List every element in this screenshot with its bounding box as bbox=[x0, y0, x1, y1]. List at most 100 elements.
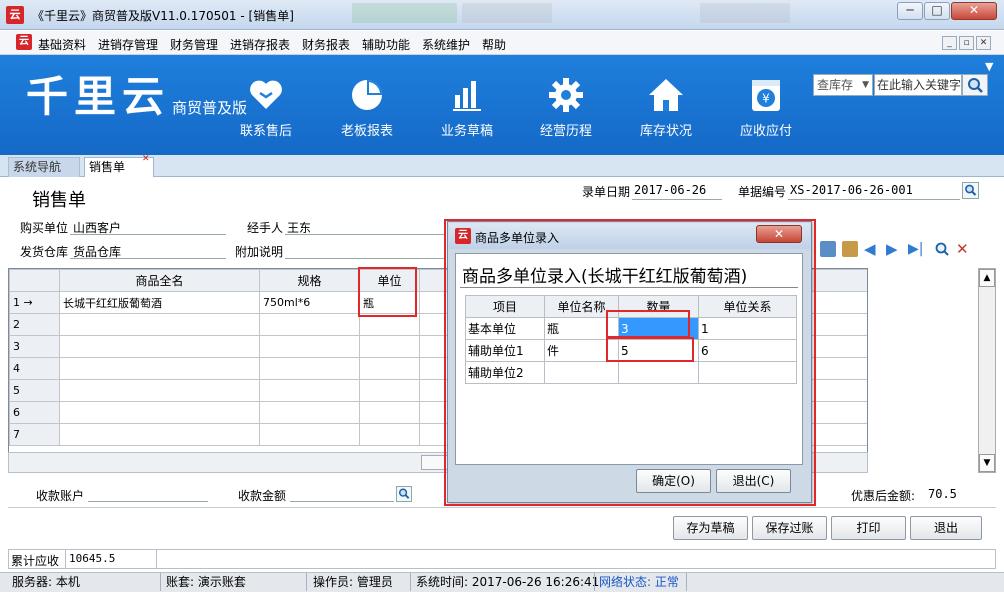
warehouse-label: 发货仓库 bbox=[20, 245, 69, 259]
cell-spec[interactable] bbox=[259, 313, 360, 336]
column-header-name[interactable]: 商品全名 bbox=[59, 269, 260, 292]
scroll-up-icon[interactable]: ▲ bbox=[979, 269, 995, 287]
cell-name[interactable] bbox=[59, 379, 260, 402]
cell-spec[interactable]: 750ml*6 bbox=[259, 291, 360, 314]
app-logo-icon: 云 bbox=[6, 6, 24, 24]
account-label: 收款账户 bbox=[36, 489, 85, 503]
cell-blank[interactable] bbox=[809, 401, 867, 424]
cell-blank[interactable] bbox=[809, 357, 867, 380]
handler-underline bbox=[285, 234, 445, 235]
search-input[interactable]: 在此输入关键字 bbox=[874, 74, 962, 96]
status-operator: 操作员: 管理员 bbox=[313, 575, 393, 589]
scroll-down-icon[interactable]: ▼ bbox=[979, 454, 995, 472]
title-bar: 云 《千里云》商贸普及版V11.0.170501 - [销售单] ─ □ ✕ bbox=[0, 0, 1004, 30]
column-header-rownum bbox=[9, 269, 60, 292]
gear-icon bbox=[549, 78, 583, 112]
unit-cell-highlight bbox=[358, 267, 417, 317]
insert-row-icon[interactable] bbox=[820, 241, 836, 257]
date-underline bbox=[632, 199, 722, 200]
discount-value: 70.5 bbox=[928, 487, 957, 501]
delete-row-icon[interactable] bbox=[842, 241, 858, 257]
cell-spec[interactable] bbox=[259, 401, 360, 424]
tab-close-icon[interactable]: ✕ bbox=[142, 155, 151, 164]
cell-spec[interactable] bbox=[259, 423, 360, 446]
nav-contact-support-label: 联系售后 bbox=[239, 124, 292, 139]
menu-item-system[interactable]: 系统维护 bbox=[422, 36, 470, 53]
last-record-icon[interactable]: ▶| bbox=[908, 241, 924, 257]
print-button[interactable]: 打印 bbox=[831, 516, 906, 540]
amount-label: 收款金额 bbox=[238, 489, 287, 503]
cell-name[interactable] bbox=[59, 401, 260, 424]
cell-spec[interactable] bbox=[259, 357, 360, 380]
search-button[interactable] bbox=[962, 74, 988, 96]
exit-button[interactable]: 退出 bbox=[910, 516, 982, 540]
handler-label: 经手人 bbox=[247, 221, 284, 235]
cell-blank[interactable] bbox=[809, 291, 867, 314]
column-header-spec[interactable]: 规格 bbox=[259, 269, 360, 292]
nav-inventory-status[interactable]: 库存状况 bbox=[620, 73, 712, 139]
menu-logo-icon: 云 bbox=[16, 34, 32, 50]
discount-label: 优惠后金额: bbox=[851, 489, 916, 503]
date-field[interactable]: 2017-06-26 bbox=[634, 183, 706, 197]
menu-item-aux-functions[interactable]: 辅助功能 bbox=[362, 36, 410, 53]
search-icon bbox=[398, 488, 410, 499]
cell-unit[interactable] bbox=[359, 335, 420, 358]
save-draft-button[interactable]: 存为草稿 bbox=[673, 516, 748, 540]
cell-name[interactable] bbox=[59, 357, 260, 380]
doc-search-button[interactable] bbox=[962, 182, 979, 199]
menu-item-basic-data[interactable]: 基础资料 bbox=[38, 36, 86, 53]
search-icon bbox=[968, 78, 983, 93]
arrow-right-icon[interactable]: ▶ bbox=[886, 241, 902, 257]
doc-no-label: 单据编号 bbox=[738, 185, 787, 199]
arrow-left-icon[interactable]: ◀ bbox=[864, 241, 880, 257]
mdi-minimize-button[interactable]: _ bbox=[942, 36, 957, 50]
nav-boss-report[interactable]: 老板报表 bbox=[321, 73, 413, 139]
tab-system-nav[interactable]: 系统导航 bbox=[8, 157, 80, 177]
mdi-close-button[interactable]: ✕ bbox=[976, 36, 991, 50]
skin-icon[interactable]: ▼ bbox=[985, 60, 993, 73]
cell-unit[interactable] bbox=[359, 401, 420, 424]
nav-business-draft[interactable]: 业务草稿 bbox=[421, 73, 513, 139]
amount-search-button[interactable] bbox=[396, 486, 412, 502]
zoom-icon[interactable] bbox=[934, 241, 950, 257]
footer-divider bbox=[8, 507, 996, 508]
nav-contact-support[interactable]: 联系售后 bbox=[220, 73, 312, 139]
mdi-restore-button[interactable]: ▫ bbox=[959, 36, 974, 50]
note-underline bbox=[285, 258, 445, 259]
minimize-button[interactable]: ─ bbox=[897, 2, 923, 20]
cell-blank[interactable] bbox=[809, 423, 867, 446]
cell-blank[interactable] bbox=[809, 335, 867, 358]
nav-receivable-payable[interactable]: ¥ 应收应付 bbox=[720, 73, 812, 139]
close-button[interactable]: ✕ bbox=[951, 2, 997, 20]
buyer-underline bbox=[70, 234, 226, 235]
cell-unit[interactable] bbox=[359, 357, 420, 380]
menu-item-inventory-report[interactable]: 进销存报表 bbox=[230, 36, 290, 53]
cell-name[interactable] bbox=[59, 313, 260, 336]
svg-text:¥: ¥ bbox=[762, 92, 770, 106]
nav-business-history[interactable]: 经营历程 bbox=[520, 73, 612, 139]
menu-item-inventory-mgmt[interactable]: 进销存管理 bbox=[98, 36, 158, 53]
cell-name[interactable] bbox=[59, 423, 260, 446]
cell-unit[interactable] bbox=[359, 379, 420, 402]
cell-name[interactable] bbox=[59, 335, 260, 358]
account-underline bbox=[88, 501, 208, 502]
cell-unit[interactable] bbox=[359, 423, 420, 446]
nav-boss-report-label: 老板报表 bbox=[340, 124, 393, 139]
vertical-scrollbar[interactable]: ▲ ▼ bbox=[978, 268, 996, 473]
maximize-button[interactable]: □ bbox=[924, 2, 950, 20]
cell-blank[interactable] bbox=[809, 313, 867, 336]
top-banner: 千里云 商贸普及版 ▼ 联系售后 老板报表 业务草稿 经营历程 库存状况 ¥ 应… bbox=[0, 55, 1004, 155]
doc-no-field[interactable]: XS-2017-06-26-001 bbox=[790, 183, 913, 197]
menu-item-finance-report[interactable]: 财务报表 bbox=[302, 36, 350, 53]
cell-blank[interactable] bbox=[809, 379, 867, 402]
status-network: 网络状态: 正常 bbox=[599, 575, 679, 589]
menu-item-finance-mgmt[interactable]: 财务管理 bbox=[170, 36, 218, 53]
cell-spec[interactable] bbox=[259, 335, 360, 358]
row-number: 2 bbox=[9, 313, 60, 336]
search-scope-select[interactable]: 查库存 ▼ bbox=[813, 74, 873, 96]
cell-name[interactable]: 长城干红红版葡萄酒 bbox=[59, 291, 260, 314]
cell-spec[interactable] bbox=[259, 379, 360, 402]
save-post-button[interactable]: 保存过账 bbox=[752, 516, 827, 540]
menu-item-help[interactable]: 帮助 bbox=[482, 36, 506, 53]
tools-icon[interactable]: ✕ bbox=[956, 241, 972, 257]
